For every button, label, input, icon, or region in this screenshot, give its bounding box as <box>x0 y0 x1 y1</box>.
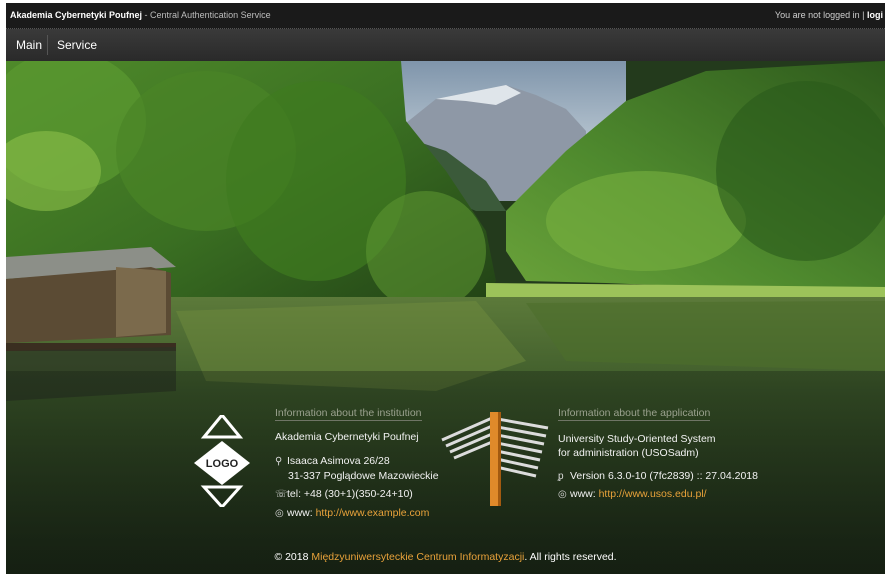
copyright: © 2018 Międzyuniwersyteckie Centrum Info… <box>6 551 885 563</box>
copyright-prefix: © 2018 <box>274 551 312 563</box>
nav-item-main[interactable]: Main <box>16 29 42 61</box>
nav-item-service[interactable]: Service <box>57 29 97 61</box>
application-name-line1: University Study-Oriented System <box>558 433 716 445</box>
institution-logo: LOGO <box>194 415 250 507</box>
main-nav: Main Service <box>6 29 885 62</box>
application-website: ◎ www: http://www.usos.edu.pl/ <box>558 488 707 500</box>
site-title: Akademia Cybernetyki Poufnej - Central A… <box>10 3 271 28</box>
application-name-line2: for administration (USOSadm) <box>558 447 699 459</box>
site-subtitle: - Central Authentication Service <box>142 10 271 20</box>
institution-address-line1: ⚲ Isaaca Asimova 26/28 <box>275 455 390 467</box>
phone-icon: ☏ <box>275 489 288 500</box>
globe-icon: ◎ <box>558 489 567 500</box>
login-status-text: You are not logged in | <box>774 10 867 20</box>
page-frame: Akademia Cybernetyki Poufnej - Central A… <box>6 3 885 574</box>
nav-separator <box>47 35 48 55</box>
application-version: ᵱ Version 6.3.0-10 (7fc2839) :: 27.04.201… <box>558 470 758 482</box>
institution-address-line2: 31-337 Poglądowe Mazowieckie <box>288 470 439 482</box>
application-heading: Information about the application <box>558 407 711 421</box>
site-name: Akademia Cybernetyki Poufnej <box>10 10 143 20</box>
copyright-link[interactable]: Międzyuniwersyteckie Centrum Informatyza… <box>311 551 524 563</box>
institution-phone: ☏tel: +48 (30+1)(350-24+10) <box>275 488 413 500</box>
institution-heading: Information about the institution <box>275 407 422 421</box>
login-status: You are not logged in | logi <box>775 3 883 28</box>
copyright-suffix: . All rights reserved. <box>524 551 617 563</box>
institution-website: ◎ www: http://www.example.com <box>275 507 430 519</box>
version-icon: ᵱ <box>558 471 564 482</box>
institution-website-link[interactable]: http://www.example.com <box>316 507 430 519</box>
login-link[interactable]: logi <box>867 10 883 20</box>
institution-name: Akademia Cybernetyki Poufnej <box>275 431 419 443</box>
map-marker-icon: ⚲ <box>275 456 283 467</box>
top-bar: Akademia Cybernetyki Poufnej - Central A… <box>6 3 885 29</box>
application-website-link[interactable]: http://www.usos.edu.pl/ <box>599 488 707 500</box>
globe-icon: ◎ <box>275 508 284 519</box>
usos-logo <box>441 412 549 506</box>
logo-text: LOGO <box>206 458 239 470</box>
